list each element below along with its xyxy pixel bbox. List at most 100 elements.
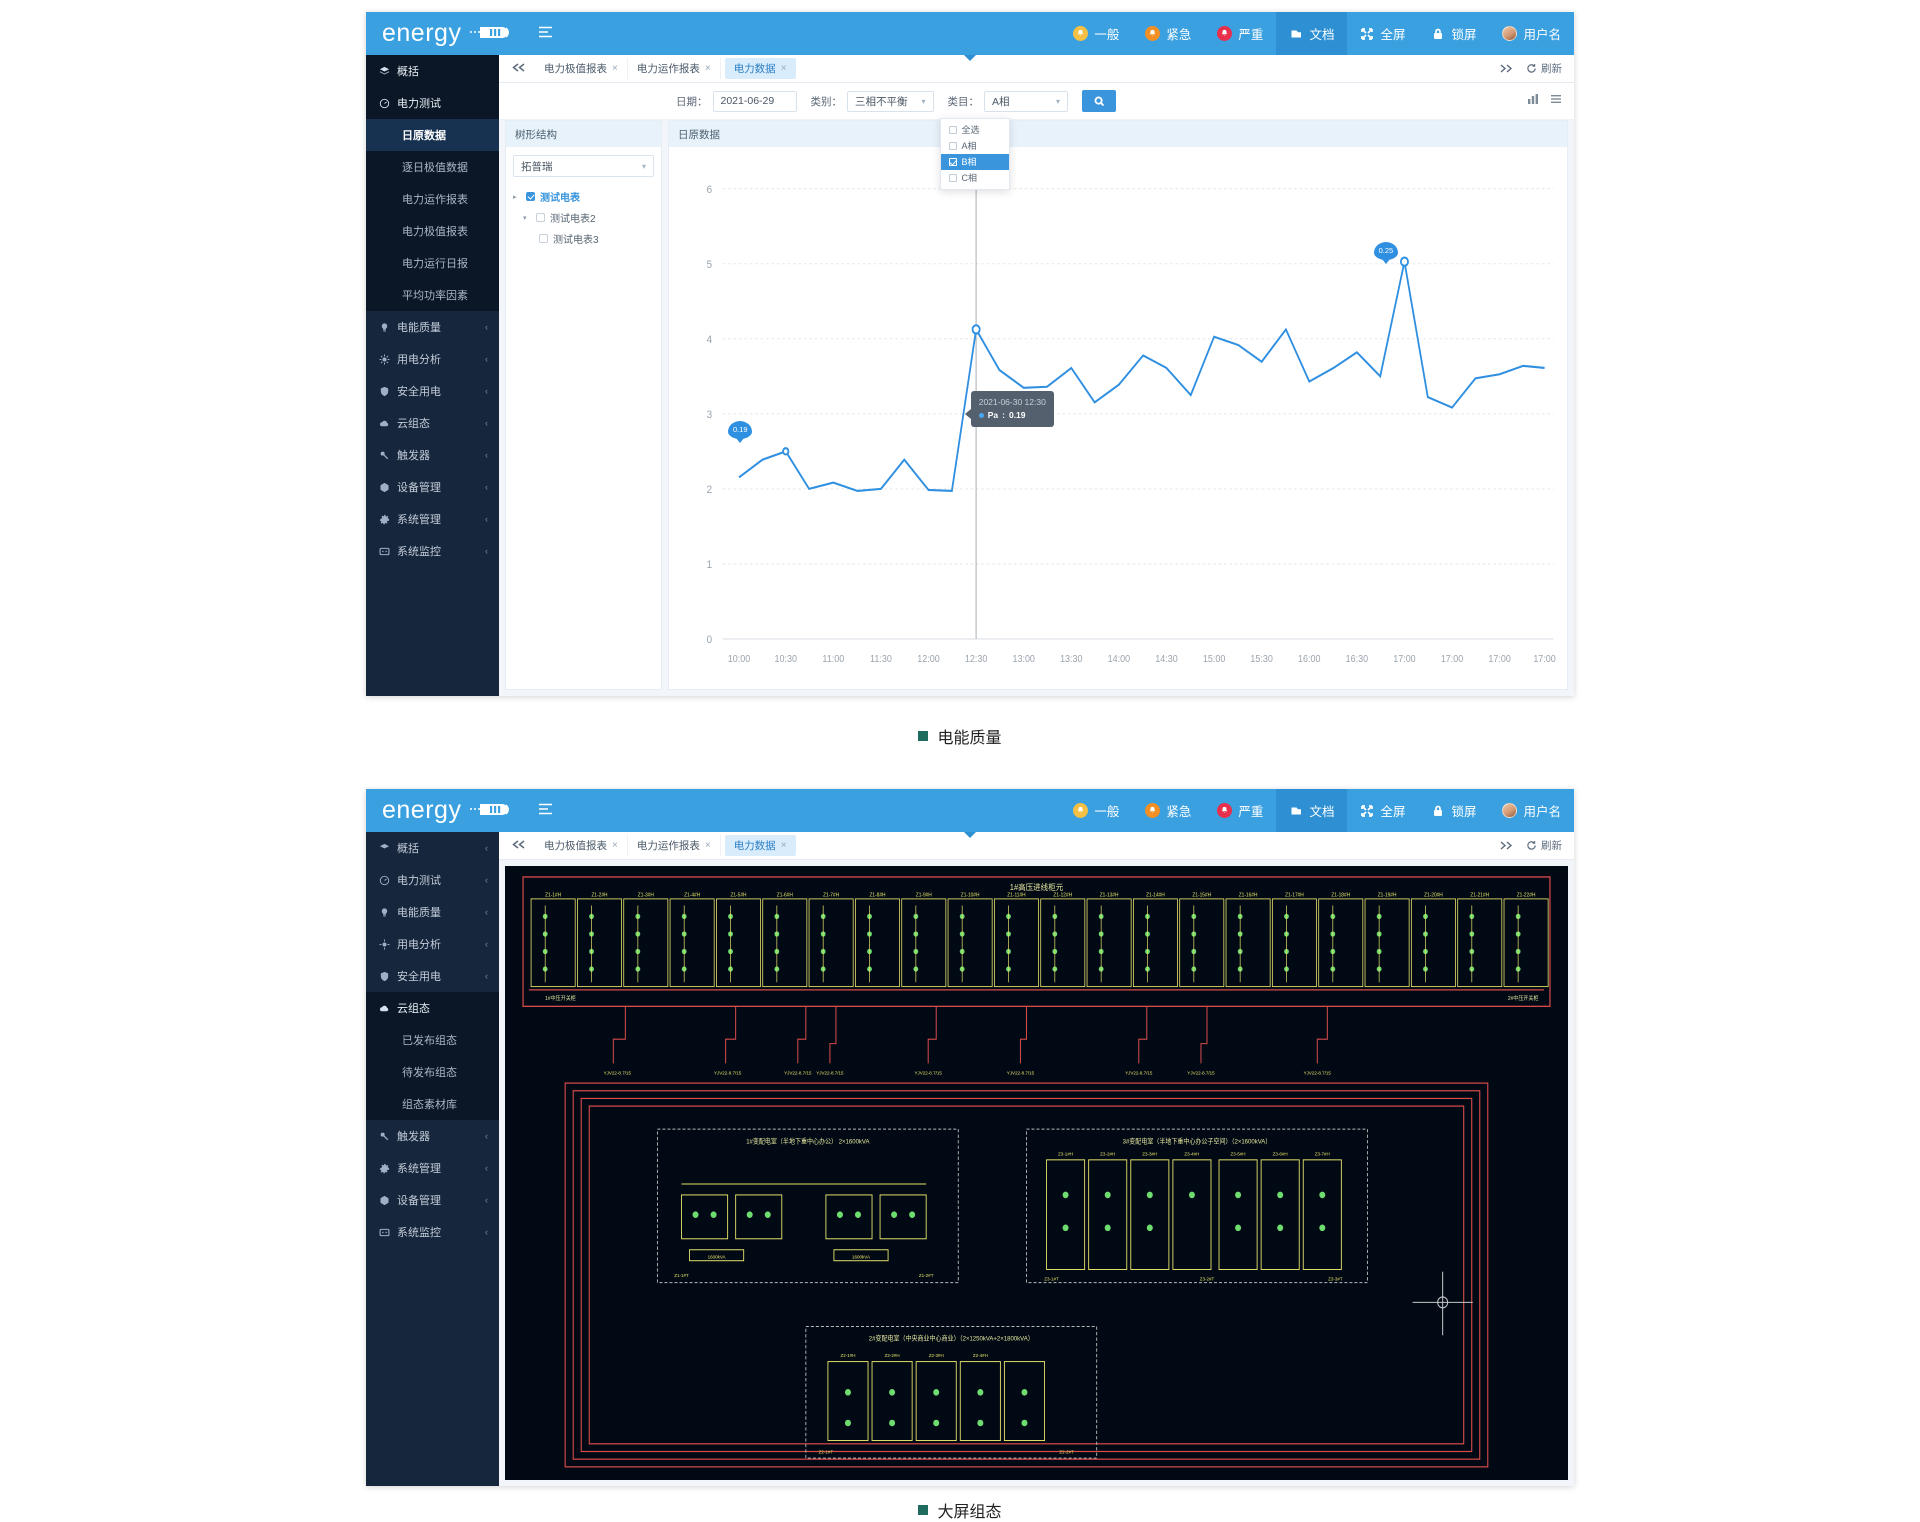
dropdown-option-label: B相 (962, 155, 977, 168)
sidebar-item-cloud-scada[interactable]: 云组态 ⱟ (366, 992, 499, 1024)
svg-text:YJV22-8.7/15: YJV22-8.7/15 (604, 1070, 632, 1076)
next-tabs-icon[interactable] (1499, 841, 1514, 850)
sidebar-item-daily-extremes[interactable]: 逐日极值数据 (366, 151, 499, 183)
dropdown-option-phase-a[interactable]: A相 (941, 138, 1009, 154)
item-select[interactable]: A相 ▾ (984, 91, 1068, 112)
dropdown-option-phase-b[interactable]: B相 (941, 154, 1009, 170)
close-icon[interactable]: × (705, 63, 711, 74)
sidebar-item-cloud-scada[interactable]: 云组态 ‹ (366, 407, 499, 439)
chart-series-line (739, 262, 1545, 491)
tab-operation-report[interactable]: 电力运作报表 × (628, 835, 721, 856)
hv-cabinet (1365, 899, 1409, 987)
tab-extreme-report[interactable]: 电力极值报表 × (535, 58, 628, 79)
chart-view-icon[interactable] (1527, 92, 1539, 110)
substation-3-bays (828, 1362, 1045, 1441)
sidebar-item-system-management[interactable]: 系统管理 ‹ (366, 1152, 499, 1184)
sidebar-item-daily-raw-data[interactable]: 日原数据 (366, 119, 499, 151)
sidebar-item-pending-scada[interactable]: 待发布组态 (366, 1056, 499, 1088)
category-select[interactable]: 三相不平衡 ▾ (847, 91, 934, 112)
sidebar-item-usage-analysis[interactable]: 用电分析 ‹ (366, 343, 499, 375)
hv-cabinet (994, 899, 1038, 987)
user-menu-button[interactable]: 用户名 (1489, 789, 1574, 832)
dropdown-option-all[interactable]: 全选 (941, 122, 1009, 138)
tree-root-select[interactable]: 拓普瑞 ▾ (513, 155, 654, 177)
substation-block-1-title: 1#变配电室（半地下重中心办公） 2×1600kVA (746, 1136, 870, 1145)
expand-arrow-icon[interactable]: ▸ (513, 193, 521, 201)
app-body-2: 概括 ‹ 电力测试 ‹ 电能质量 ‹ 用电分析 ‹ (366, 832, 1574, 1486)
lock-screen-button[interactable]: 锁屏 (1418, 12, 1489, 55)
sidebar-item-system-monitor[interactable]: 系统监控 ‹ (366, 535, 499, 567)
checkbox-checked[interactable] (526, 192, 535, 201)
sidebar-item-power-quality[interactable]: 电能质量 ‹ (366, 311, 499, 343)
chevron-left-icon: ‹ (485, 1196, 488, 1205)
item-dropdown-menu[interactable]: 全选 A相 B相 C相 (940, 118, 1010, 190)
close-icon[interactable]: × (781, 63, 787, 74)
hv-cabinet-label: Z1-5#H (730, 893, 746, 899)
docs-button[interactable]: 文档 (1276, 789, 1347, 832)
lock-screen-button[interactable]: 锁屏 (1418, 789, 1489, 832)
close-icon[interactable]: × (781, 840, 787, 851)
refresh-button[interactable]: 刷新 (1526, 838, 1562, 853)
sidebar-item-safe-electricity[interactable]: 安全用电 ‹ (366, 960, 499, 992)
sidebar-item-power-test[interactable]: 电力测试 ‹ (366, 864, 499, 896)
close-icon[interactable]: × (612, 840, 618, 851)
tree-node-meter-2[interactable]: ▾ 测试电表2 (513, 207, 654, 228)
tab-power-data[interactable]: 电力数据 × (725, 58, 796, 79)
sidebar-item-device-management[interactable]: 设备管理 ‹ (366, 1184, 499, 1216)
search-button[interactable] (1082, 90, 1116, 112)
sidebar-item-scada-library[interactable]: 组态素材库 (366, 1088, 499, 1120)
tree-node-meter-1[interactable]: ▸ 测试电表 (513, 186, 654, 207)
checkbox[interactable] (949, 126, 957, 134)
dropdown-option-phase-c[interactable]: C相 (941, 170, 1009, 186)
sidebar-item-power-test[interactable]: 电力测试 ⱟ (366, 87, 499, 119)
list-view-icon[interactable] (1550, 92, 1562, 110)
user-menu-button[interactable]: 用户名 (1489, 12, 1574, 55)
svg-text:11:30: 11:30 (870, 653, 892, 665)
tree-node-meter-3[interactable]: 测试电表3 (513, 228, 654, 249)
date-input[interactable]: 2021-06-29 (713, 91, 797, 112)
sidebar-item-safe-electricity[interactable]: 安全用电 ‹ (366, 375, 499, 407)
sidebar-item-daily-run-report[interactable]: 电力运行日报 (366, 247, 499, 279)
collapse-left-icon[interactable] (509, 63, 535, 75)
checkbox[interactable] (539, 234, 548, 243)
sidebar-item-operation-report[interactable]: 电力运作报表 (366, 183, 499, 215)
alarm-urgent-button[interactable]: 紧急 (1132, 789, 1204, 832)
tab-operation-report[interactable]: 电力运作报表 × (628, 58, 721, 79)
sidebar-item-extreme-report[interactable]: 电力极值报表 (366, 215, 499, 247)
alarm-urgent-button[interactable]: 紧急 (1132, 12, 1204, 55)
alarm-normal-button[interactable]: 一般 (1060, 12, 1132, 55)
tab-extreme-report[interactable]: 电力极值报表 × (535, 835, 628, 856)
sidebar-item-system-monitor[interactable]: 系统监控 ‹ (366, 1216, 499, 1248)
chart-area[interactable]: 654 321 0 10:0010:3011:00 11:3012:0012:3… (669, 147, 1567, 689)
close-icon[interactable]: × (612, 63, 618, 74)
checkbox-checked[interactable] (949, 158, 957, 166)
collapse-left-icon[interactable] (509, 840, 535, 852)
menu-toggle-button-2[interactable] (538, 803, 553, 819)
sidebar-item-label: 电能质量 (397, 904, 441, 920)
submenu-label: 待发布组态 (402, 1064, 457, 1080)
expand-arrow-icon[interactable]: ▾ (523, 214, 531, 222)
sidebar-item-device-management[interactable]: 设备管理 ‹ (366, 471, 499, 503)
fullscreen-button[interactable]: 全屏 (1347, 789, 1418, 832)
next-tabs-icon[interactable] (1499, 64, 1514, 73)
sidebar-item-trigger[interactable]: 触发器 ‹ (366, 1120, 499, 1152)
menu-toggle-button[interactable] (538, 26, 553, 42)
alarm-severe-button[interactable]: 严重 (1204, 789, 1276, 832)
scada-canvas[interactable]: 1#高压进线柜元 Z1-1#HZ1-2#HZ1-3#HZ1-4#HZ1-5#HZ… (505, 866, 1568, 1480)
sidebar-item-avg-power-factor[interactable]: 平均功率因素 (366, 279, 499, 311)
close-icon[interactable]: × (705, 840, 711, 851)
checkbox[interactable] (949, 142, 957, 150)
checkbox[interactable] (949, 174, 957, 182)
refresh-button[interactable]: 刷新 (1526, 61, 1562, 76)
tab-power-data[interactable]: 电力数据 × (725, 835, 796, 856)
sidebar-item-usage-analysis[interactable]: 用电分析 ‹ (366, 928, 499, 960)
fullscreen-button[interactable]: 全屏 (1347, 12, 1418, 55)
docs-button[interactable]: 文档 (1276, 12, 1347, 55)
alarm-severe-button[interactable]: 严重 (1204, 12, 1276, 55)
checkbox[interactable] (536, 213, 545, 222)
sidebar-item-published-scada[interactable]: 已发布组态 (366, 1024, 499, 1056)
sidebar-item-system-management[interactable]: 系统管理 ‹ (366, 503, 499, 535)
alarm-normal-button[interactable]: 一般 (1060, 789, 1132, 832)
sidebar-item-power-quality[interactable]: 电能质量 ‹ (366, 896, 499, 928)
sidebar-item-trigger[interactable]: 触发器 ‹ (366, 439, 499, 471)
